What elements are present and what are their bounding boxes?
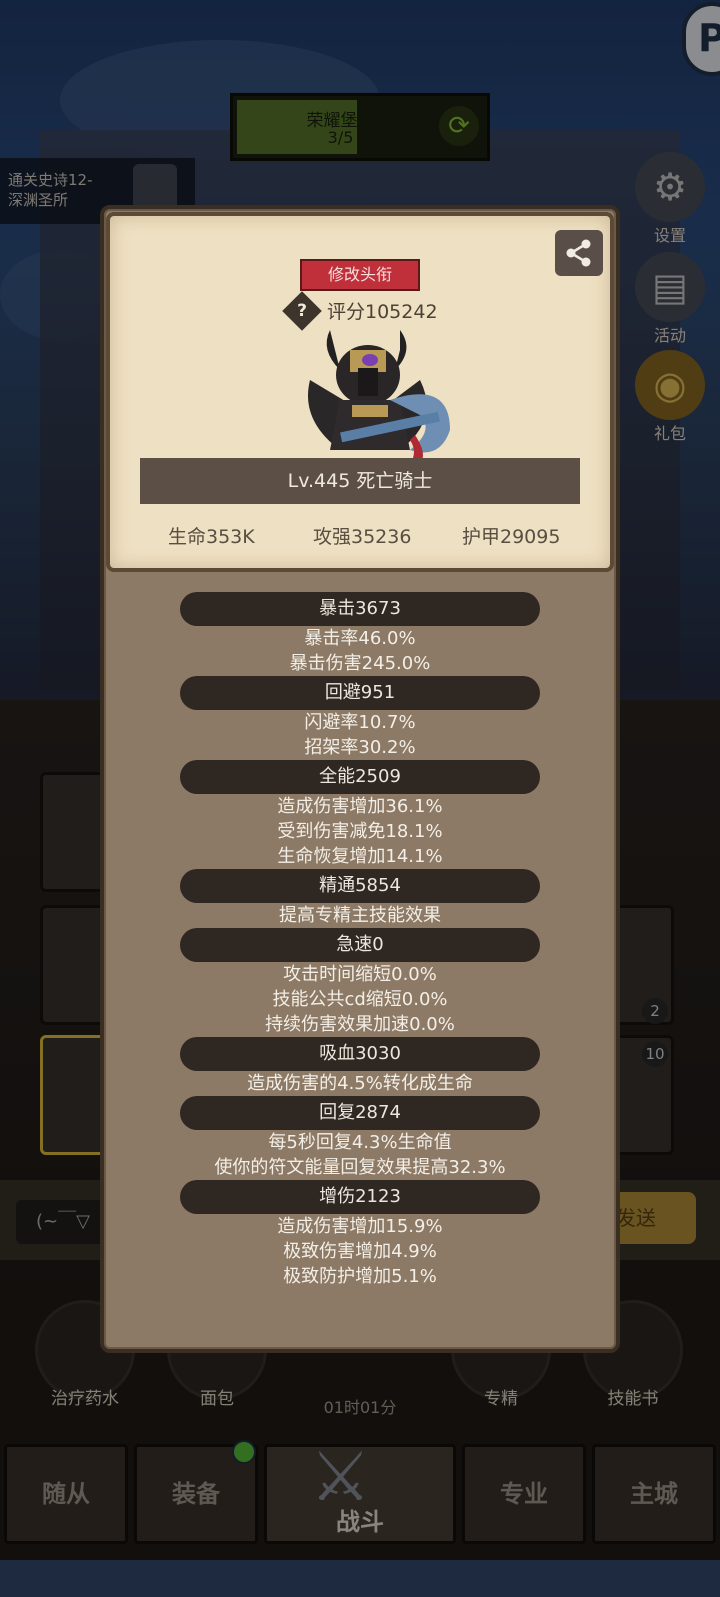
- stat-detail-line: 技能公共cd缩短0.0%: [272, 989, 448, 1010]
- stat-group-header: 回避951: [180, 676, 540, 710]
- stat-group-header: 暴击3673: [180, 592, 540, 626]
- stat-detail-line: 提高专精主技能效果: [279, 905, 441, 926]
- stat-detail-line: 使你的符文能量回复效果提高32.3%: [214, 1157, 506, 1178]
- hp-stat: 生命353K: [168, 526, 255, 548]
- stat-detail-line: 每5秒回复4.3%生命值: [268, 1132, 452, 1153]
- stat-group: 吸血3030 造成伤害的4.5%转化成生命: [100, 1037, 620, 1096]
- stat-detail-line: 闪避率10.7%: [304, 712, 416, 733]
- stat-detail-line: 持续伤害效果加速0.0%: [265, 1014, 455, 1035]
- stat-group: 精通5854 提高专精主技能效果: [100, 869, 620, 928]
- stat-detail-line: 极致伤害增加4.9%: [283, 1241, 437, 1262]
- stat-group-header: 回复2874: [180, 1096, 540, 1130]
- stat-detail-list: 暴击3673 暴击率46.0% 暴击伤害245.0% 回避951 闪避率10.7% 招架率…: [100, 592, 620, 1289]
- stat-detail-line: 造成伤害增加36.1%: [277, 796, 443, 817]
- stat-group: 增伤2123 造成伤害增加15.9% 极致伤害增加4.9% 极致防护增加5.1%: [100, 1180, 620, 1289]
- stat-group-header: 吸血3030: [180, 1037, 540, 1071]
- stat-group-header: 精通5854: [180, 869, 540, 903]
- stat-detail-line: 极致防护增加5.1%: [283, 1266, 437, 1287]
- stat-group: 全能2509 造成伤害增加36.1% 受到伤害减免18.1% 生命恢复增加14.1%: [100, 760, 620, 869]
- edit-title-button[interactable]: 修改头衔: [300, 259, 420, 291]
- share-button[interactable]: [555, 230, 603, 276]
- armor-stat: 护甲29095: [462, 526, 561, 548]
- stat-detail-line: 造成伤害的4.5%转化成生命: [247, 1073, 473, 1094]
- stat-detail-line: 受到伤害减免18.1%: [277, 821, 443, 842]
- stat-detail-line: 暴击率46.0%: [304, 628, 416, 649]
- share-icon: [566, 239, 591, 267]
- stat-group: 暴击3673 暴击率46.0% 暴击伤害245.0%: [100, 592, 620, 676]
- stat-detail-line: 攻击时间缩短0.0%: [283, 964, 437, 985]
- stat-group-header: 全能2509: [180, 760, 540, 794]
- stat-group: 回避951 闪避率10.7% 招架率30.2%: [100, 676, 620, 760]
- attack-stat: 攻强35236: [313, 526, 412, 548]
- stat-detail-line: 招架率30.2%: [304, 737, 416, 758]
- stat-group: 回复2874 每5秒回复4.3%生命值使你的符文能量回复效果提高32.3%: [100, 1096, 620, 1180]
- stat-group: 急速0 攻击时间缩短0.0% 技能公共cd缩短0.0% 持续伤害效果加速0.0%: [100, 928, 620, 1037]
- stat-group-header: 增伤2123: [180, 1180, 540, 1214]
- death-knight-character-icon: [308, 330, 450, 470]
- stat-group-header: 急速0: [180, 928, 540, 962]
- stat-detail-line: 造成伤害增加15.9%: [277, 1216, 443, 1237]
- stat-detail-line: 生命恢复增加14.1%: [277, 846, 443, 867]
- stat-detail-line: 暴击伤害245.0%: [289, 653, 431, 674]
- character-name-bar: Lv.445 死亡骑士: [140, 458, 580, 504]
